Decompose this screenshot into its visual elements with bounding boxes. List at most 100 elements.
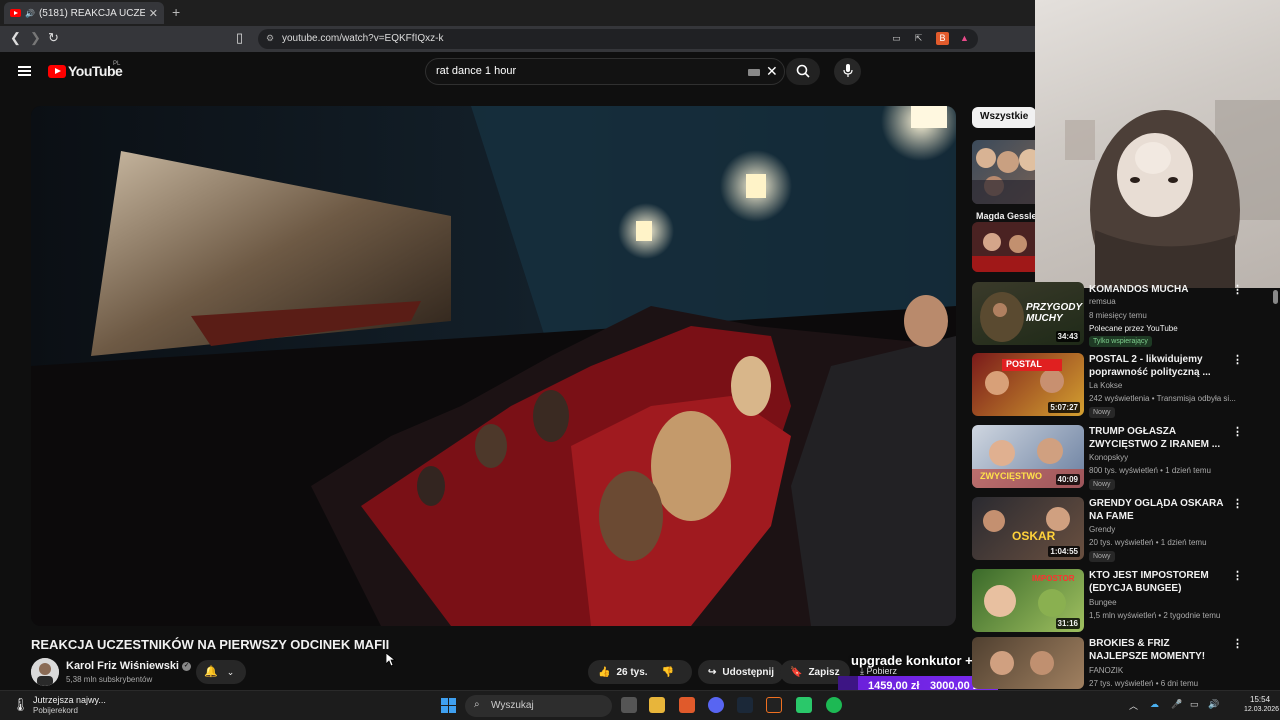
more-options-icon[interactable]: ⋮ <box>1232 497 1243 510</box>
spotify-icon[interactable] <box>826 697 842 713</box>
video-player[interactable] <box>31 106 956 626</box>
share-button[interactable]: ↪ Udostępnij <box>698 660 785 684</box>
channel-name-text: Karol Friz Wiśniewski <box>66 660 179 672</box>
sidebar-scrollbar[interactable] <box>1273 290 1278 304</box>
chat-app-icon[interactable] <box>796 697 812 713</box>
back-icon[interactable]: ❮ <box>10 30 21 46</box>
youtube-favicon-icon <box>10 9 21 17</box>
thumbnail-text: ZWYCIĘSTWO <box>980 471 1042 481</box>
search-input[interactable]: rat dance 1 hour ✕ <box>425 58 785 85</box>
app-icon[interactable] <box>766 697 782 713</box>
bookmark-icon[interactable]: ▯ <box>236 30 243 46</box>
search-button[interactable] <box>786 58 820 85</box>
thumbs-up-icon: 👍 <box>598 666 611 678</box>
thumbnail-3[interactable]: ZWYCIĘSTWO 40:09 <box>972 425 1084 488</box>
clock-time[interactable]: 15:54 <box>1250 695 1270 704</box>
more-options-icon[interactable]: ⋮ <box>1232 283 1243 296</box>
channel-name[interactable]: Karol Friz Wiśniewski ✓ <box>66 660 191 672</box>
weather-title[interactable]: Jutrzejsza najwy... <box>33 695 106 705</box>
dislike-button[interactable]: 👎 <box>662 667 674 678</box>
more-options-icon[interactable]: ⋮ <box>1232 637 1243 650</box>
mouse-cursor-icon <box>386 653 396 667</box>
file-explorer-icon[interactable] <box>649 697 665 713</box>
rec-extra: Polecane przez YouTube <box>1089 324 1178 333</box>
chip-all[interactable]: Wszystkie <box>972 107 1037 128</box>
rec-channel[interactable]: FANOZIK <box>1089 666 1239 675</box>
taskbar-search-input[interactable]: ⌕ Wyszukaj <box>465 695 612 717</box>
more-options-icon[interactable]: ⋮ <box>1232 569 1243 582</box>
tab-close-icon[interactable]: ✕ <box>149 7 158 20</box>
voice-search-button[interactable] <box>834 58 861 85</box>
keyboard-icon[interactable] <box>748 69 760 76</box>
subscriber-count: 5,38 mln subskrybentów <box>66 675 153 684</box>
cloud-icon[interactable]: ☁ <box>1150 699 1159 710</box>
site-info-icon[interactable]: ⚙ <box>266 33 274 44</box>
forward-icon[interactable]: ❯ <box>30 30 41 46</box>
tray-chevron-icon[interactable]: ︿ <box>1129 699 1138 712</box>
address-bar[interactable]: ⚙ youtube.com/watch?v=EQKFfIQxz-k <box>258 29 978 49</box>
video-title: REAKCJA UCZESTNIKÓW NA PIERWSZY ODCINEK … <box>31 637 390 652</box>
share-page-icon[interactable]: ⇱ <box>912 32 925 45</box>
rec-title[interactable]: POSTAL 2 - likwidujemy poprawność polity… <box>1089 353 1229 379</box>
country-code: PL <box>113 61 121 67</box>
discord-icon[interactable] <box>708 697 724 713</box>
rec-meta: 242 wyświetlenia • Transmisja odbyła si.… <box>1089 394 1236 403</box>
duration: 1:04:55 <box>1048 546 1080 557</box>
youtube-header: YouTube PL rat dance 1 hour ✕ <box>0 52 1035 92</box>
speaker-icon: 🔊 <box>25 8 35 18</box>
search-icon <box>796 64 810 78</box>
rec-channel[interactable]: La Kokse <box>1089 381 1239 390</box>
rec-meta: 27 tys. wyświetleń • 6 dni temu <box>1089 679 1199 688</box>
new-tab-button[interactable]: + <box>172 4 180 20</box>
thumbnail-text: IMPOSTOR <box>1032 574 1075 583</box>
rec-title[interactable]: KTO JEST IMPOSTOREM (EDYCJA BUNGEE) <box>1089 569 1229 595</box>
thumbnail-1[interactable]: PRZYGODY MUCHY 34:43 <box>972 282 1084 345</box>
thumbnail-6[interactable] <box>972 637 1084 689</box>
menu-icon[interactable] <box>18 66 31 76</box>
thumbnail-2[interactable]: POSTAL 5:07:27 <box>972 353 1084 416</box>
brave-browser-icon[interactable] <box>679 697 695 713</box>
brave-rewards-icon[interactable]: ▲ <box>958 32 971 45</box>
reload-icon[interactable]: ↻ <box>48 30 59 46</box>
network-icon[interactable]: ▭ <box>1190 699 1199 710</box>
rec-channel[interactable]: remsua <box>1089 297 1239 306</box>
like-button[interactable]: 👍 26 tys. <box>598 667 648 678</box>
channel-avatar[interactable] <box>31 658 59 686</box>
clear-search-icon[interactable]: ✕ <box>766 63 778 80</box>
share-icon: ↪ <box>708 666 717 678</box>
more-options-icon[interactable]: ⋮ <box>1232 353 1243 366</box>
search-icon: ⌕ <box>474 699 480 710</box>
youtube-logo-icon[interactable] <box>48 65 66 78</box>
verified-icon: ✓ <box>182 661 191 671</box>
webcam-overlay <box>1035 0 1280 288</box>
rec-title[interactable]: TRUMP OGŁASZA ZWYCIĘSTWO Z IRANEM ... <box>1089 425 1229 451</box>
steam-icon[interactable] <box>737 697 753 713</box>
clock-date[interactable]: 12.03.2026 <box>1244 706 1279 713</box>
rec-channel[interactable]: Grendy <box>1089 525 1239 534</box>
rec-title[interactable]: KOMANDOS MUCHA <box>1089 283 1229 296</box>
rec-meta: 1,5 mln wyświetleń • 2 tygodnie temu <box>1089 611 1221 620</box>
mic-tray-icon[interactable]: 🎤 <box>1171 699 1182 710</box>
cast-icon[interactable]: ▭ <box>890 32 903 45</box>
more-options-icon[interactable]: ⋮ <box>1232 425 1243 438</box>
rec-title[interactable]: BROKIES & FRIZ NAJLEPSZE MOMENTY! <box>1089 637 1229 663</box>
rec-channel[interactable]: Konopskyy <box>1089 453 1239 462</box>
thumbnail-5[interactable]: IMPOSTOR 31:16 <box>972 569 1084 632</box>
subscribed-bell-button[interactable]: 🔔 ⌄ <box>196 660 246 684</box>
thumbnail-text: PRZYGODY MUCHY <box>1026 302 1082 324</box>
browser-tab[interactable]: 🔊 (5181) REAKCJA UCZESTNIKÓ ✕ <box>4 2 164 24</box>
rec-meta: 20 tys. wyświetleń • 1 dzień temu <box>1089 538 1207 547</box>
weather-icon[interactable]: 🌡 <box>12 697 29 713</box>
taskbar-search-placeholder: Wyszukaj <box>491 700 534 711</box>
rec-title[interactable]: GRENDY OGLĄDA OSKARA NA FAME <box>1089 497 1229 523</box>
brave-shield-icon[interactable]: B <box>936 32 949 45</box>
volume-icon[interactable]: 🔊 <box>1208 699 1219 710</box>
webcam-rat-image <box>1065 100 1280 288</box>
browser-tab-bar: 🔊 (5181) REAKCJA UCZESTNIKÓ ✕ + <box>0 0 1035 26</box>
start-icon[interactable] <box>441 698 456 713</box>
task-view-icon[interactable] <box>621 697 637 713</box>
thumbnail-text: POSTAL <box>1006 359 1042 369</box>
avatar-image <box>31 658 59 686</box>
rec-channel[interactable]: Bungee <box>1089 598 1239 607</box>
thumbnail-4[interactable]: OSKAR 1:04:55 <box>972 497 1084 560</box>
